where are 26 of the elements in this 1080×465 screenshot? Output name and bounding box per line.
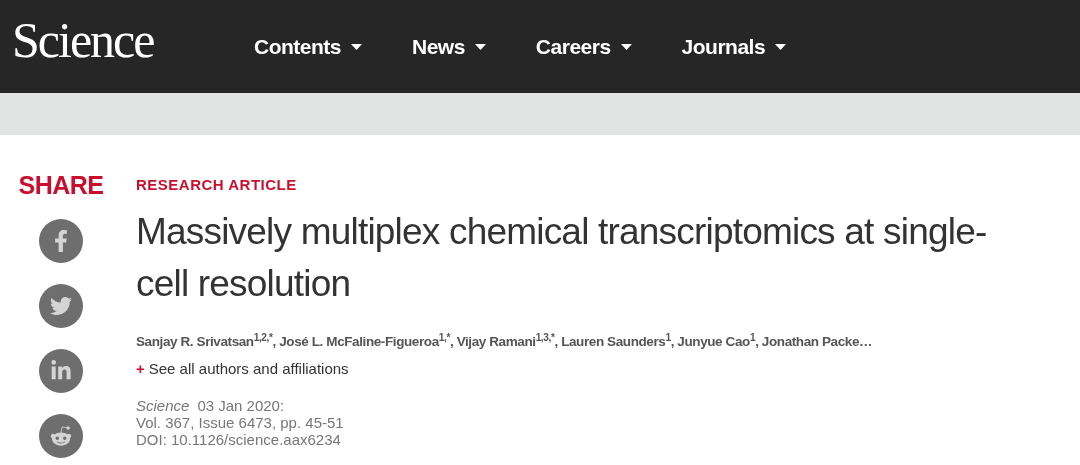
article-type: RESEARCH ARTICLE bbox=[136, 177, 298, 192]
linkedin-icon bbox=[50, 360, 72, 382]
nav-menu[interactable]: Contents bbox=[254, 30, 362, 63]
plus-sign: + bbox=[136, 359, 145, 380]
publication-date: 03 Jan 2020: bbox=[197, 396, 285, 414]
share-label: SHARE bbox=[18, 173, 104, 198]
caret-icon bbox=[775, 43, 787, 50]
share-button[interactable] bbox=[39, 414, 83, 458]
article-title: Massively multiplex chemical transcriptomics at single-cell resolution bbox=[136, 210, 988, 306]
nav-menu[interactable]: News bbox=[412, 30, 486, 63]
see-authors-link[interactable]: See all authors and affiliations bbox=[148, 358, 349, 381]
author-list: Sanjay R. Srivatsan$^{1,2,*}$, José L. McFaline-Figueroa$^{1,*}$, Vijay Ramani$^{1,3,*}$, Lauren Saunders$^{1}$, Junyue Cao$^{1}$, Jonathan Packe… bbox=[136, 332, 1076, 353]
nav-menu[interactable]: Journals bbox=[681, 30, 787, 63]
share-button[interactable] bbox=[39, 349, 83, 393]
bird-icon bbox=[50, 295, 72, 317]
caret-icon bbox=[351, 43, 362, 50]
site-logo[interactable]: Science bbox=[12, 14, 242, 65]
nav-menu[interactable]: Careers bbox=[535, 30, 632, 63]
journal-name: Science bbox=[136, 396, 190, 414]
share-button[interactable] bbox=[39, 219, 83, 263]
caret-icon bbox=[620, 43, 632, 50]
alien-icon bbox=[50, 425, 72, 447]
doi-text: DOI: 10.1126/science.aax6234 bbox=[136, 430, 342, 448]
share-button[interactable] bbox=[39, 284, 83, 328]
volume-info: Vol. 367, Issue 6473, pp. 45-51 bbox=[136, 413, 345, 431]
caret-icon bbox=[474, 43, 486, 50]
